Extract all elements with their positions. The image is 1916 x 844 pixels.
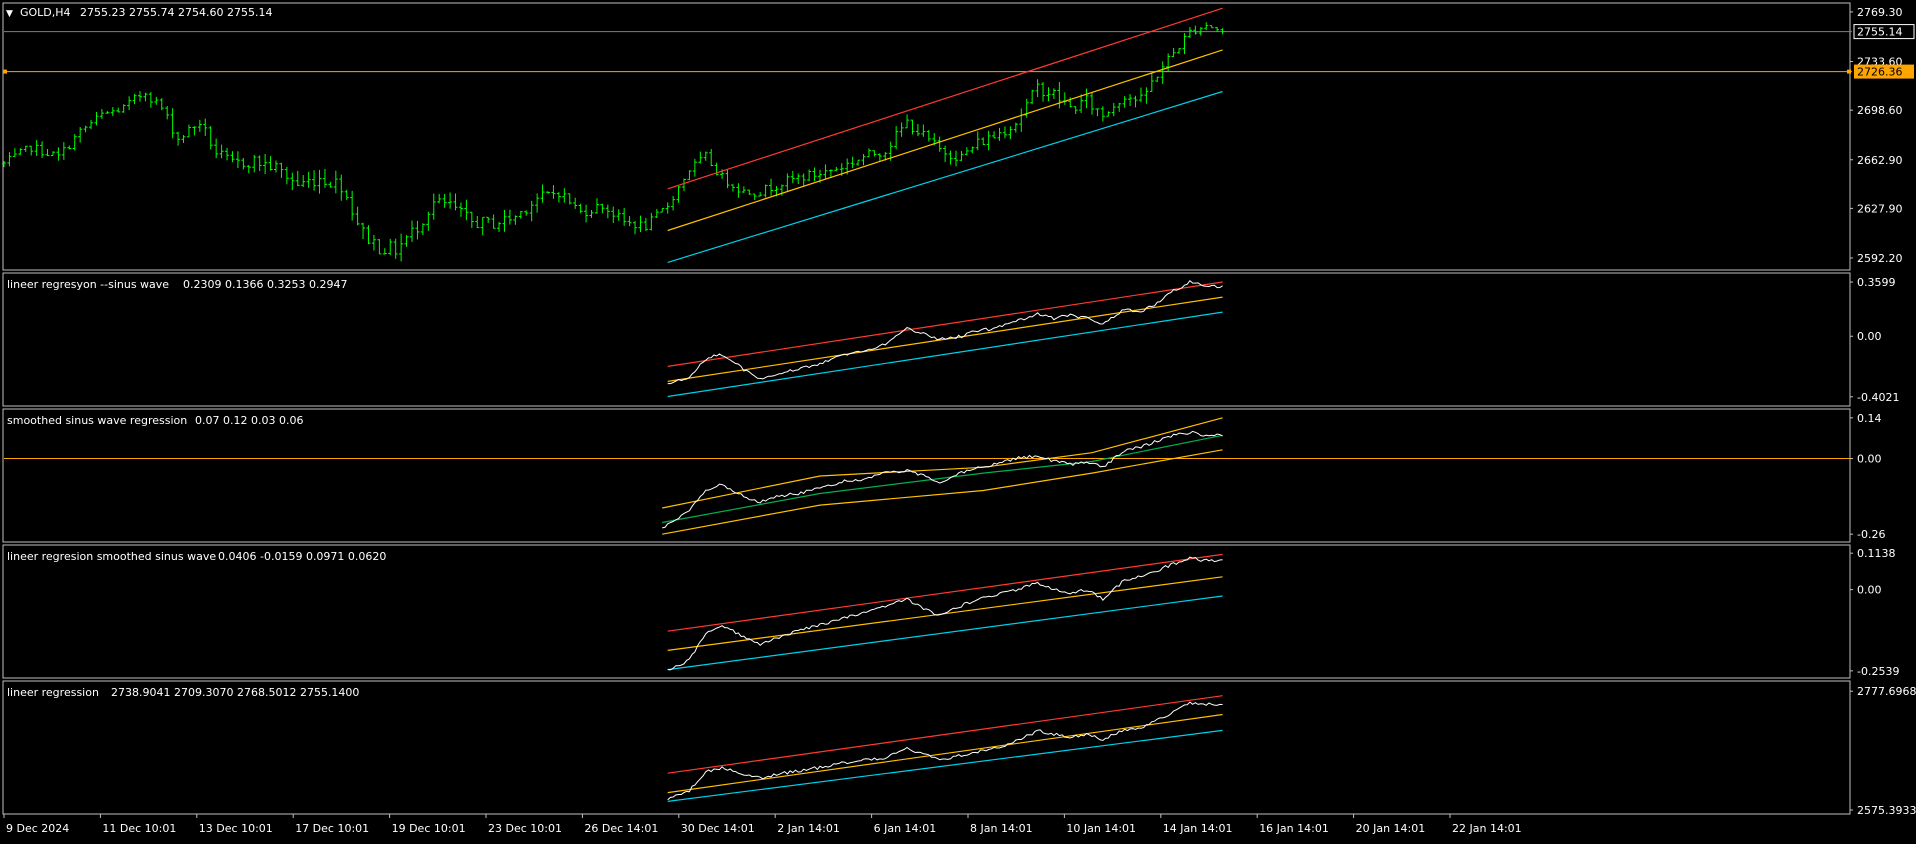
price-pane[interactable]: ▼ GOLD,H4 2755.23 2755.74 2754.60 2755.1… xyxy=(2,2,1915,271)
band-middle-line xyxy=(662,434,1223,524)
candles xyxy=(2,22,1225,262)
time-tick-label: 17 Dec 10:01 xyxy=(295,822,369,835)
time-tick-label: 20 Jan 14:01 xyxy=(1356,822,1426,835)
axis-tick-label: 2627.90 xyxy=(1857,202,1903,215)
pane-1-axis: 0.3599 0.00 -0.4021 xyxy=(1850,276,1899,404)
pane-3-frame xyxy=(2,544,1851,679)
channel-middle-line xyxy=(667,49,1223,232)
time-tick-label: 8 Jan 14:01 xyxy=(970,822,1033,835)
pane-3-lines xyxy=(667,553,1223,671)
time-tick-label: 22 Jan 14:01 xyxy=(1452,822,1522,835)
axis-tick-label: -0.2539 xyxy=(1857,665,1899,678)
axis-tick-label: 2777.6968 xyxy=(1857,685,1916,698)
indicator-pane-2[interactable]: smoothed sinus wave regression 0.07 0.12… xyxy=(2,408,1885,543)
band-lower-line xyxy=(667,595,1223,671)
regression-channel[interactable] xyxy=(667,7,1223,263)
axis-tick-label: 0.14 xyxy=(1857,412,1882,425)
chart-canvas[interactable]: ▼ GOLD,H4 2755.23 2755.74 2754.60 2755.1… xyxy=(0,0,1916,840)
band-upper-line xyxy=(667,553,1223,632)
time-axis[interactable]: 9 Dec 2024 11 Dec 10:01 13 Dec 10:01 17 Dec… xyxy=(3,814,1522,835)
time-tick-label: 16 Jan 14:01 xyxy=(1259,822,1329,835)
pane-3-axis: 0.1138 0.00 -0.2539 xyxy=(1850,547,1899,678)
indicator-pane-3[interactable]: lineer regresion smoothed sinus wave 0.0… xyxy=(2,544,1899,679)
axis-tick-label: -0.4021 xyxy=(1857,391,1899,404)
pane-4-axis: 2777.6968 2575.3933 xyxy=(1850,685,1916,817)
pane-4-frame xyxy=(2,680,1851,815)
pane-2-frame xyxy=(2,408,1851,543)
dropdown-triangle-icon[interactable]: ▼ xyxy=(6,9,13,19)
pane-2-title: smoothed sinus wave regression xyxy=(7,414,187,427)
axis-tick-label: 2769.30 xyxy=(1857,6,1903,19)
price-pane-frame xyxy=(2,2,1851,271)
time-tick-label: 2 Jan 14:01 xyxy=(777,822,840,835)
horizontal-level-line[interactable] xyxy=(3,69,1852,74)
time-tick-label: 9 Dec 2024 xyxy=(6,822,69,835)
pane-2-values: 0.07 0.12 0.03 0.06 xyxy=(195,414,303,427)
pane-4-title: lineer regression xyxy=(7,686,99,699)
pane-3-values: 0.0406 -0.0159 0.0971 0.0620 xyxy=(218,550,386,563)
time-tick-label: 23 Dec 10:01 xyxy=(488,822,562,835)
price-axis[interactable]: 2769.302733.602698.602662.902627.902592.… xyxy=(1850,6,1915,265)
time-tick-label: 11 Dec 10:01 xyxy=(102,822,176,835)
pane-2-axis: 0.14 0.00 -0.26 xyxy=(1850,412,1885,541)
band-upper-line xyxy=(667,695,1223,774)
band-lower-line xyxy=(662,449,1223,535)
axis-tick-label: 2662.90 xyxy=(1857,154,1903,167)
ohlc-values: 2755.23 2755.74 2754.60 2755.14 xyxy=(80,6,272,19)
axis-tick-label: 0.00 xyxy=(1857,584,1882,597)
trading-terminal-chart: ▼ GOLD,H4 2755.23 2755.74 2754.60 2755.1… xyxy=(0,0,1916,840)
time-tick-label: 26 Dec 14:01 xyxy=(584,822,658,835)
axis-tick-label: 2592.20 xyxy=(1857,252,1903,265)
band-lower-line xyxy=(667,729,1223,802)
wave-line xyxy=(667,701,1223,801)
time-tick-label: 6 Jan 14:01 xyxy=(874,822,937,835)
axis-tick-label: 0.3599 xyxy=(1857,276,1896,289)
pane-1-lines xyxy=(667,279,1223,398)
axis-tick-label: 0.1138 xyxy=(1857,547,1896,560)
symbol-label: GOLD,H4 xyxy=(20,6,71,19)
pane-1-values: 0.2309 0.1366 0.3253 0.2947 xyxy=(183,278,347,291)
time-tick-label: 14 Jan 14:01 xyxy=(1163,822,1233,835)
channel-lower-line xyxy=(667,90,1223,263)
time-tick-label: 19 Dec 10:01 xyxy=(392,822,466,835)
indicator-pane-1[interactable]: lineer regresyon --sinus wave 0.2309 0.1… xyxy=(2,272,1899,407)
current-price-label: 2755.14 xyxy=(1857,26,1903,39)
wave-line xyxy=(667,556,1223,671)
pane-4-lines xyxy=(667,695,1223,802)
axis-tick-label: 0.00 xyxy=(1857,330,1882,343)
axis-tick-label: 2575.3933 xyxy=(1857,804,1916,817)
axis-tick-label: 0.00 xyxy=(1857,453,1882,466)
indicator-pane-4[interactable]: lineer regression 2738.9041 2709.3070 27… xyxy=(2,680,1916,817)
axis-tick-label: 2698.60 xyxy=(1857,104,1903,117)
pane-1-title: lineer regresyon --sinus wave xyxy=(7,278,169,291)
level-handle-left xyxy=(3,69,7,74)
pane-4-values: 2738.9041 2709.3070 2768.5012 2755.1400 xyxy=(111,686,359,699)
time-tick-label: 30 Dec 14:01 xyxy=(681,822,755,835)
wave-line xyxy=(662,430,1223,529)
time-tick-label: 10 Jan 14:01 xyxy=(1066,822,1136,835)
level-price-label: 2726.36 xyxy=(1857,66,1903,79)
level-handle-right xyxy=(1847,69,1851,74)
time-tick-label: 13 Dec 10:01 xyxy=(199,822,273,835)
band-middle-line xyxy=(667,713,1223,794)
axis-tick-label: -0.26 xyxy=(1857,528,1885,541)
pane-3-title: lineer regresion smoothed sinus wave xyxy=(7,550,216,563)
pane-1-frame xyxy=(2,272,1851,407)
pane-2-lines xyxy=(662,417,1223,535)
